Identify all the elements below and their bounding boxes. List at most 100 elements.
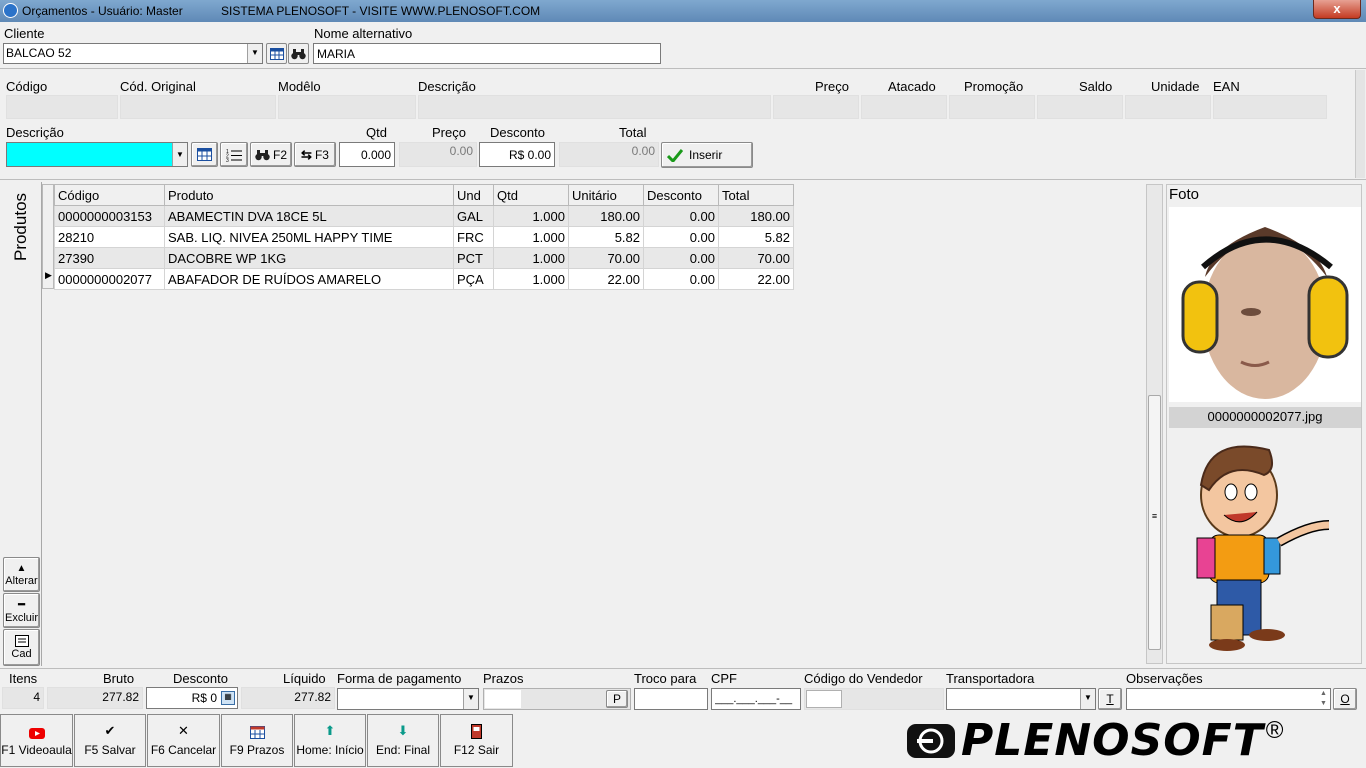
home-inicio-button[interactable]: ⬆ Home: Início bbox=[294, 714, 366, 767]
cad-label: Cad bbox=[11, 648, 32, 660]
info-descricao-value bbox=[418, 95, 771, 119]
col-codigo[interactable]: Código bbox=[54, 184, 165, 206]
f1-label: F1 Videoaula bbox=[1, 743, 72, 757]
swap-f3-button[interactable]: ⇆ F3 bbox=[294, 142, 336, 167]
col-unitario[interactable]: Unitário bbox=[568, 184, 644, 206]
alterar-button[interactable]: ▲ Alterar bbox=[3, 557, 40, 592]
observacoes-field[interactable]: ▲ ▼ bbox=[1126, 688, 1331, 710]
prazos-button[interactable]: P bbox=[606, 690, 628, 708]
info-header-atacado: Atacado bbox=[888, 79, 936, 94]
info-atacado-value bbox=[861, 95, 947, 119]
cliente-combo[interactable]: BALCAO 52 ▼ bbox=[3, 43, 263, 64]
descricao-label: Descrição bbox=[6, 125, 64, 140]
f6-cancelar-button[interactable]: ✕ F6 Cancelar bbox=[147, 714, 220, 767]
excluir-button[interactable]: ━ Excluir bbox=[3, 593, 40, 628]
chevron-down-icon[interactable]: ▼ bbox=[463, 689, 478, 709]
plenosoft-logo: PLENOSOFT ® bbox=[905, 715, 1363, 767]
cell-produto: ABAMECTIN DVA 18CE 5L bbox=[164, 205, 454, 227]
info-header-preco: Preço bbox=[815, 79, 849, 94]
transportadora-select[interactable]: ▼ bbox=[946, 688, 1096, 710]
f9-prazos-button[interactable]: F9 Prazos bbox=[221, 714, 293, 767]
row-indicator-column: ▶ bbox=[42, 184, 54, 289]
info-header-unidade: Unidade bbox=[1151, 79, 1200, 94]
search-f2-button[interactable]: F2 bbox=[250, 142, 292, 167]
inserir-button[interactable]: Inserir bbox=[661, 142, 753, 168]
chevron-down-icon[interactable]: ▼ bbox=[1080, 689, 1095, 709]
numbered-list-button[interactable]: 123 bbox=[220, 142, 248, 167]
end-label: End: Final bbox=[375, 743, 431, 757]
cell-und: PÇA bbox=[453, 268, 494, 290]
chevron-down-icon[interactable]: ▼ bbox=[247, 44, 262, 63]
f9-label: F9 Prazos bbox=[229, 743, 285, 757]
cell-produto: ABAFADOR DE RUÍDOS AMARELO bbox=[164, 268, 454, 290]
transportadora-label: Transportadora bbox=[946, 671, 1035, 686]
exit-door-icon bbox=[471, 724, 482, 739]
calendar-icon bbox=[249, 726, 265, 739]
cell-total: 70.00 bbox=[718, 247, 794, 269]
calculator-icon[interactable]: ▦ bbox=[221, 691, 235, 705]
preco-label: Preço bbox=[432, 125, 466, 140]
f1-videoaula-button[interactable]: F1 Videoaula bbox=[0, 714, 73, 767]
splitter-bar[interactable]: ≡ bbox=[1146, 184, 1163, 664]
close-button[interactable]: x bbox=[1313, 0, 1361, 19]
observacoes-button[interactable]: O bbox=[1333, 688, 1357, 710]
arrow-up-icon: ⬆ bbox=[324, 723, 336, 738]
product-photo bbox=[1169, 207, 1361, 402]
spin-arrows-icon[interactable]: ▲ ▼ bbox=[1317, 689, 1330, 709]
f12-sair-button[interactable]: F12 Sair bbox=[440, 714, 513, 767]
arrow-up-icon: ▲ bbox=[16, 562, 27, 574]
splitter-handle[interactable]: ≡ bbox=[1148, 395, 1161, 650]
cell-total: 5.82 bbox=[718, 226, 794, 248]
cliente-search-button[interactable] bbox=[288, 43, 309, 64]
cad-button[interactable]: Cad bbox=[3, 629, 40, 666]
table-row[interactable]: 0000000003153 ABAMECTIN DVA 18CE 5L GAL … bbox=[54, 205, 794, 227]
info-promocao-value bbox=[949, 95, 1035, 119]
col-desconto[interactable]: Desconto bbox=[643, 184, 719, 206]
table-row[interactable]: 27390 DACOBRE WP 1KG PCT 1.000 70.00 0.0… bbox=[54, 247, 794, 269]
forma-pagamento-select[interactable]: ▼ bbox=[337, 688, 479, 710]
cell-desconto: 0.00 bbox=[643, 226, 719, 248]
items-grid[interactable]: Código Produto Und Qtd Unitário Desconto… bbox=[54, 184, 794, 290]
title-bar: Orçamentos - Usuário: Master SISTEMA PLE… bbox=[0, 0, 1366, 22]
cell-qtd: 1.000 bbox=[493, 226, 569, 248]
produtos-tab[interactable]: Produtos bbox=[2, 182, 40, 272]
end-final-button[interactable]: ⬇ End: Final bbox=[367, 714, 439, 767]
qtd-input[interactable] bbox=[339, 142, 395, 167]
x-icon: ✕ bbox=[178, 723, 189, 738]
swap-az-icon: ⇆ bbox=[301, 146, 312, 162]
desconto-total-field[interactable]: R$ 0 ▦ bbox=[146, 687, 238, 709]
cpf-input[interactable] bbox=[711, 688, 801, 710]
registered-mark: ® bbox=[1265, 717, 1284, 744]
cliente-list-button[interactable] bbox=[266, 43, 287, 64]
desconto-input[interactable] bbox=[479, 142, 555, 167]
prazos-input[interactable] bbox=[485, 690, 521, 708]
vendedor-field[interactable] bbox=[804, 688, 944, 710]
col-qtd[interactable]: Qtd bbox=[493, 184, 569, 206]
current-row-indicator-icon: ▶ bbox=[45, 270, 52, 280]
vendedor-input[interactable] bbox=[806, 690, 842, 708]
f5-salvar-button[interactable]: ✔ F5 Salvar bbox=[74, 714, 146, 767]
table-row[interactable]: 0000000002077 ABAFADOR DE RUÍDOS AMARELO… bbox=[54, 268, 794, 290]
cell-qtd: 1.000 bbox=[493, 247, 569, 269]
col-total[interactable]: Total bbox=[718, 184, 794, 206]
cpf-label: CPF bbox=[711, 671, 737, 686]
home-label: Home: Início bbox=[296, 743, 364, 757]
cell-total: 180.00 bbox=[718, 205, 794, 227]
desconto-total-label: Desconto bbox=[173, 671, 228, 686]
troco-input[interactable] bbox=[634, 688, 708, 710]
cell-qtd: 1.000 bbox=[493, 205, 569, 227]
cell-produto: DACOBRE WP 1KG bbox=[164, 247, 454, 269]
table-row[interactable]: 28210 SAB. LIQ. NIVEA 250ML HAPPY TIME F… bbox=[54, 226, 794, 248]
descricao-combo[interactable]: ▼ bbox=[6, 142, 188, 167]
prazos-field[interactable]: P bbox=[483, 688, 631, 710]
transportadora-button[interactable]: T bbox=[1098, 688, 1122, 710]
alt-name-input[interactable] bbox=[313, 43, 661, 64]
check-icon: ✔ bbox=[104, 723, 116, 738]
cell-total: 22.00 bbox=[718, 268, 794, 290]
col-produto[interactable]: Produto bbox=[164, 184, 454, 206]
product-list-button[interactable] bbox=[191, 142, 218, 167]
chevron-down-icon[interactable]: ▼ bbox=[172, 143, 187, 166]
col-und[interactable]: Und bbox=[453, 184, 494, 206]
cell-codigo: 0000000003153 bbox=[54, 205, 165, 227]
panel-scrollbar[interactable] bbox=[1355, 70, 1365, 178]
